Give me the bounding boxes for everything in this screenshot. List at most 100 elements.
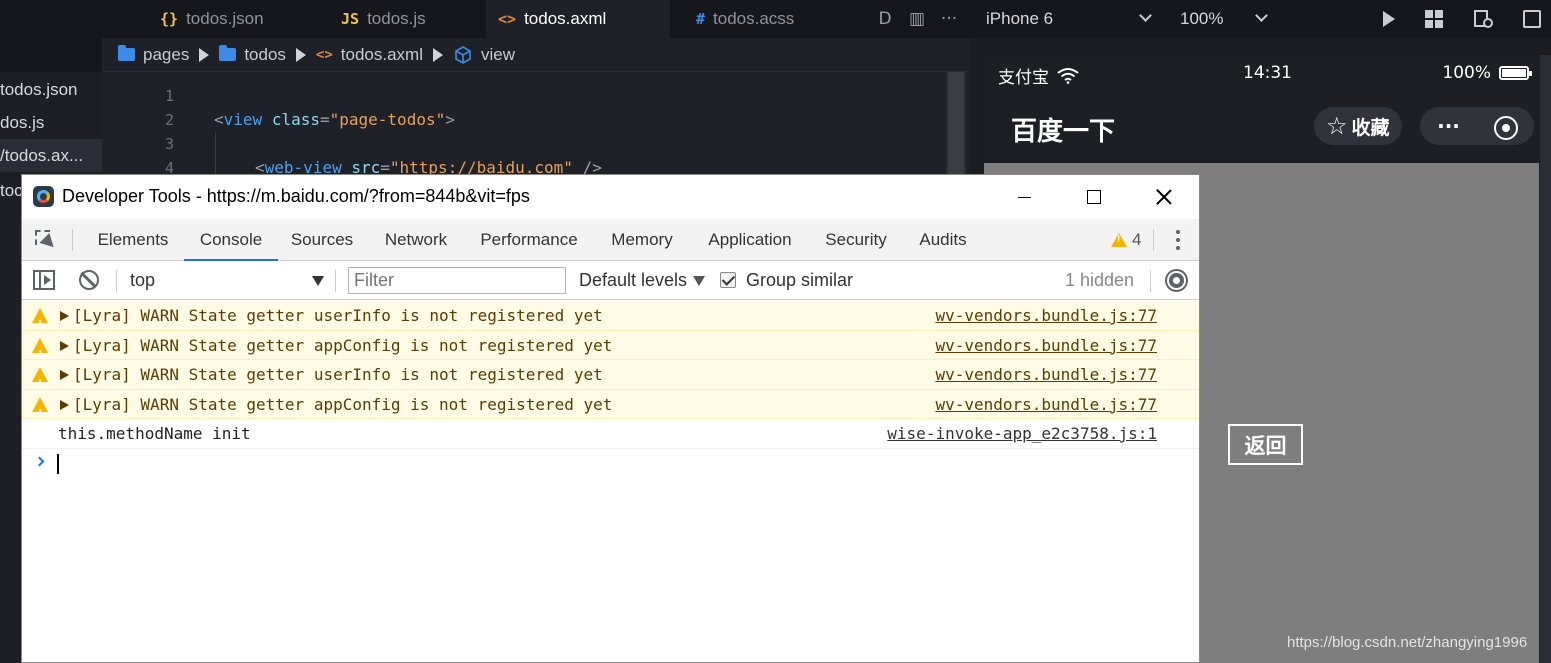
code-file-icon: <>: [315, 46, 333, 63]
source-link[interactable]: wv-vendors.bundle.js:77: [935, 360, 1157, 389]
clear-cache-icon[interactable]: [1473, 9, 1493, 29]
tab-network[interactable]: Network: [374, 219, 458, 261]
battery-icon: [1499, 66, 1532, 80]
page-title: 百度一下: [1011, 117, 1116, 147]
json-file-icon: {}: [160, 10, 179, 28]
more-vertical-icon[interactable]: [1170, 230, 1186, 250]
more-icon[interactable]: ···: [940, 9, 958, 29]
status-bar: 支付宝 14:31 100%: [984, 55, 1539, 91]
tab-security[interactable]: Security: [816, 219, 896, 261]
breadcrumb-item[interactable]: view: [453, 45, 515, 65]
close-icon: [1156, 189, 1172, 205]
tab-memory[interactable]: Memory: [600, 219, 684, 261]
chevron-down-icon: [1139, 9, 1152, 22]
watermark: https://blog.csdn.net/zhangying1996: [1287, 634, 1528, 651]
grid-icon[interactable]: [1425, 10, 1443, 28]
minimize-button[interactable]: [989, 175, 1059, 219]
warning-icon: [32, 396, 48, 428]
divider: [116, 270, 117, 292]
breadcrumb: pages todos <> todos.axml view: [102, 38, 970, 72]
tab-audits[interactable]: Audits: [909, 219, 977, 261]
maximize-button[interactable]: [1059, 175, 1129, 219]
divider: [1153, 229, 1154, 251]
minimize-icon: [1017, 196, 1031, 198]
ide-tab-bar: {} todos.json JS todos.js <> todos.axml …: [0, 0, 970, 38]
play-icon[interactable]: [1383, 11, 1395, 27]
warning-icon: [32, 337, 48, 369]
sidebar-toggle-icon[interactable]: [33, 270, 55, 290]
warning-icon: [32, 308, 48, 339]
context-select[interactable]: top: [128, 261, 324, 300]
dropdown-arrow-icon: [312, 275, 324, 286]
close-circle-icon: [1493, 115, 1518, 140]
explorer-file-selected[interactable]: /todos.ax...: [0, 139, 102, 172]
clear-console-icon[interactable]: [79, 270, 99, 290]
expand-arrow-icon[interactable]: [60, 399, 69, 410]
tab-todos-json[interactable]: {} todos.json: [148, 0, 276, 38]
chevron-down-icon: [1255, 9, 1268, 22]
close-app-button[interactable]: [1477, 107, 1534, 145]
js-file-icon: JS: [341, 10, 360, 28]
log-levels-select[interactable]: Default levels: [579, 261, 706, 300]
more-options-button[interactable]: ···: [1420, 107, 1477, 145]
favorite-button[interactable]: ☆ 收藏: [1314, 107, 1402, 145]
breadcrumb-item[interactable]: pages: [118, 45, 189, 65]
expand-arrow-icon[interactable]: [60, 370, 69, 380]
code-line: <view class="page-todos">: [214, 110, 455, 129]
tab-elements[interactable]: Elements: [88, 219, 178, 261]
gear-icon[interactable]: [1166, 270, 1187, 291]
line-number: 3: [164, 135, 174, 153]
tab-application[interactable]: Application: [697, 219, 803, 261]
message-text: [Lyra] WARN State getter appConfig is no…: [73, 394, 613, 414]
tab-console[interactable]: Console: [184, 219, 278, 261]
tab-performance[interactable]: Performance: [471, 219, 587, 261]
editor-tools: D ▥ ···: [876, 0, 970, 38]
warning-icon: [1111, 233, 1127, 247]
explorer-file[interactable]: todos.json: [0, 73, 102, 106]
expand-arrow-icon[interactable]: [60, 340, 69, 351]
window-title: Developer Tools - https://m.baidu.com/?f…: [62, 186, 530, 206]
console-warning[interactable]: [Lyra] WARN State getter appConfig is no…: [22, 389, 1199, 428]
tab-label: todos.acss: [713, 9, 795, 28]
warning-counter[interactable]: 4: [1111, 219, 1141, 261]
source-link[interactable]: wv-vendors.bundle.js:77: [935, 331, 1157, 360]
group-similar-checkbox[interactable]: [720, 272, 736, 288]
filter-input[interactable]: [348, 267, 566, 294]
axml-file-icon: <>: [498, 10, 517, 28]
dropdown-arrow-icon: [693, 275, 706, 286]
tab-todos-acss[interactable]: # todos.acss: [684, 0, 806, 38]
zoom-select[interactable]: 100%: [1180, 0, 1268, 38]
explorer-file[interactable]: dos.js: [0, 106, 102, 139]
line-number: 1: [164, 87, 174, 105]
breadcrumb-separator-icon: [199, 47, 210, 62]
simulator-toolbar: iPhone 6 100%: [970, 0, 1551, 38]
source-link[interactable]: wise-invoke-app_e2c3758.js:1: [887, 419, 1157, 448]
source-link[interactable]: wv-vendors.bundle.js:77: [935, 390, 1157, 419]
console-warning[interactable]: [Lyra] WARN State getter appConfig is no…: [22, 330, 1199, 369]
split-editor-icon[interactable]: ▥: [908, 9, 926, 29]
back-button[interactable]: 返回: [1228, 424, 1303, 465]
status-time: 14:31: [1243, 63, 1292, 83]
preview-d-icon[interactable]: D: [876, 9, 894, 29]
tab-todos-js[interactable]: JS todos.js: [329, 0, 438, 38]
source-link[interactable]: wv-vendors.bundle.js:77: [935, 301, 1157, 330]
expand-arrow-icon[interactable]: [60, 311, 69, 321]
tab-sources[interactable]: Sources: [283, 219, 361, 261]
tab-todos-axml[interactable]: <> todos.axml: [486, 0, 670, 38]
console-log[interactable]: this.methodName init wise-invoke-app_e2c…: [22, 419, 1199, 449]
breadcrumb-separator-icon: [432, 47, 443, 62]
console-prompt[interactable]: [22, 449, 1199, 479]
console-warning[interactable]: [Lyra] WARN State getter userInfo is not…: [22, 360, 1199, 398]
cube-icon: [455, 45, 471, 64]
close-button[interactable]: [1129, 175, 1199, 219]
breadcrumb-item[interactable]: <> todos.axml: [316, 45, 423, 65]
window-icon[interactable]: [1523, 10, 1541, 28]
device-select[interactable]: iPhone 6: [986, 0, 1156, 38]
preview-scrollbar[interactable]: [1540, 55, 1551, 663]
wifi-icon: [1057, 68, 1079, 84]
console-warning[interactable]: [Lyra] WARN State getter userInfo is not…: [22, 301, 1199, 339]
inspect-element-icon[interactable]: [35, 230, 59, 253]
text-caret: [57, 453, 59, 474]
breadcrumb-item[interactable]: todos: [219, 45, 286, 65]
line-number: 2: [164, 111, 174, 129]
